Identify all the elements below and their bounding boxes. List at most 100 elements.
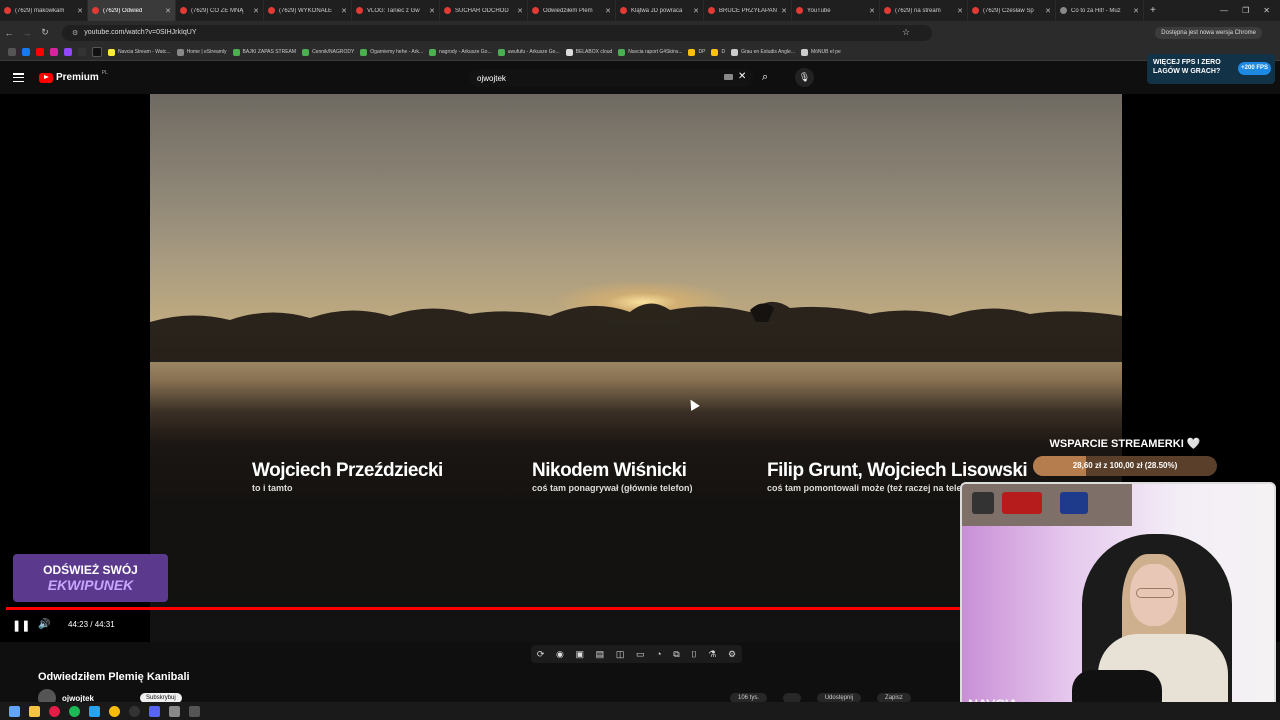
app-icon[interactable] bbox=[189, 705, 200, 717]
forward-icon[interactable]: → bbox=[18, 28, 36, 38]
bookmark-item[interactable]: BAJKI ZAPAS STREAM bbox=[232, 48, 296, 56]
browser-tab[interactable]: Co to za Hit! - Muz ✕ bbox=[1056, 0, 1144, 21]
spotify-icon[interactable] bbox=[69, 705, 80, 717]
reload-icon[interactable]: ↻ bbox=[36, 27, 54, 38]
settings-icon[interactable]: ⚙ bbox=[728, 649, 736, 660]
browser-tab[interactable]: Odwiedziłem Plem ✕ bbox=[528, 0, 616, 21]
restore-icon[interactable]: ❐ bbox=[1242, 6, 1249, 15]
credit-block: Wojciech Przeździecki to i tamto bbox=[252, 460, 443, 493]
close-tab-icon[interactable]: ✕ bbox=[341, 7, 347, 15]
tab-title: BRUCE PRZYŁAPAN bbox=[719, 7, 777, 14]
tiktok-icon[interactable] bbox=[92, 47, 102, 57]
close-tab-icon[interactable]: ✕ bbox=[517, 7, 523, 15]
credit-block: Nikodem Wiśnicki coś tam ponagrywał (głó… bbox=[532, 460, 693, 493]
bookmark-item[interactable]: uwufufu - Arkusze Go... bbox=[497, 48, 560, 56]
close-tab-icon[interactable]: ✕ bbox=[1045, 7, 1051, 15]
close-tab-icon[interactable]: ✕ bbox=[1133, 7, 1139, 15]
search-input[interactable]: ojwojtek bbox=[469, 69, 754, 87]
back-icon[interactable]: ← bbox=[0, 28, 18, 38]
opera-icon[interactable] bbox=[49, 705, 60, 717]
browser-tab[interactable]: BRUCE PRZYŁAPAN ✕ bbox=[704, 0, 792, 21]
bookmark-item[interactable]: Home | eStreamly bbox=[176, 48, 227, 56]
close-window-icon[interactable]: ✕ bbox=[1263, 6, 1270, 15]
tab-title: (7629) WYKONAŁE bbox=[279, 7, 333, 14]
instagram-icon[interactable] bbox=[50, 48, 58, 56]
bookmark-item[interactable]: Navcia Stream - Watc... bbox=[108, 48, 171, 56]
youtube-bookmark-icon[interactable] bbox=[36, 48, 44, 56]
volume-icon[interactable]: 🔊 bbox=[38, 619, 50, 630]
loop-icon[interactable]: ⟳ bbox=[537, 649, 545, 660]
screenshot-icon[interactable]: ▣ bbox=[576, 649, 585, 660]
bookmark-item[interactable]: Grau en Estudis Angle... bbox=[731, 48, 795, 56]
close-tab-icon[interactable]: ✕ bbox=[957, 7, 963, 15]
audio-icon[interactable]: ◉ bbox=[556, 649, 564, 660]
close-tab-icon[interactable]: ✕ bbox=[781, 7, 787, 15]
youtube-favicon-icon bbox=[356, 7, 363, 14]
pause-icon[interactable]: ❚❚ bbox=[12, 619, 30, 632]
bookmark-star-icon[interactable]: ☆ bbox=[902, 27, 910, 38]
minimize-icon[interactable]: — bbox=[1220, 6, 1228, 15]
new-tab-icon[interactable]: + bbox=[1150, 5, 1156, 16]
browser-tab[interactable]: YouTube ✕ bbox=[792, 0, 880, 21]
bookmark-item[interactable]: Cennik/NAGRODY bbox=[302, 48, 354, 56]
discord-icon[interactable] bbox=[149, 705, 160, 717]
start-icon[interactable] bbox=[9, 705, 20, 717]
facebook-icon[interactable] bbox=[22, 48, 30, 56]
speed-icon[interactable]: ◔ bbox=[656, 649, 661, 659]
chrome-icon[interactable] bbox=[109, 705, 120, 717]
youtube-favicon-icon bbox=[884, 7, 891, 14]
video-progress-bar[interactable] bbox=[6, 607, 960, 610]
bookmark-item[interactable]: D bbox=[711, 48, 725, 56]
pip-icon[interactable]: ◫ bbox=[616, 649, 625, 660]
site-info-icon[interactable]: ⚙ bbox=[72, 29, 78, 37]
youtube-header: Premium PL ojwojtek ✕ ⌕ 🎙 bbox=[0, 62, 1280, 94]
x-icon[interactable] bbox=[78, 48, 86, 56]
popout-icon[interactable]: ⧉ bbox=[673, 649, 679, 660]
keyboard-icon[interactable] bbox=[724, 74, 733, 80]
twitch-icon[interactable] bbox=[64, 48, 72, 56]
flask-icon[interactable]: ⚗ bbox=[708, 649, 716, 660]
bookmark-item[interactable]: MóNUB el pe bbox=[800, 48, 841, 56]
video-title: Odwiedziłem Plemię Kanibali bbox=[38, 671, 190, 683]
search-icon[interactable]: ⌕ bbox=[762, 71, 768, 84]
youtube-logo[interactable]: Premium PL bbox=[39, 70, 108, 83]
url-field[interactable]: ⚙ youtube.com/watch?v=0SIHJrkIqUY bbox=[62, 24, 932, 41]
close-tab-icon[interactable]: ✕ bbox=[605, 7, 611, 15]
obs-icon[interactable] bbox=[129, 705, 140, 717]
telegram-icon[interactable] bbox=[89, 705, 100, 717]
chrome-update-button[interactable]: Dostępna jest nowa wersja Chrome bbox=[1155, 26, 1262, 39]
browser-tab[interactable]: (7629) CO ZE MNĄ ✕ bbox=[176, 0, 264, 21]
browser-tab[interactable]: (7629) makowkam ✕ bbox=[0, 0, 88, 21]
bookmark-item[interactable]: nagrody - Arkusze Go... bbox=[429, 48, 492, 56]
bookmark-item[interactable]: BELABOX cloud bbox=[565, 48, 612, 56]
browser-tab[interactable]: VLOG: Taniec z Gw ✕ bbox=[352, 0, 440, 21]
browser-tab[interactable]: (7629) WYKONAŁE ✕ bbox=[264, 0, 352, 21]
camera-icon[interactable]: ⌷ bbox=[691, 649, 696, 660]
browser-tab-active[interactable]: (7629) Odwied ✕ bbox=[88, 0, 176, 21]
folder-icon[interactable] bbox=[29, 705, 40, 717]
menu-icon[interactable] bbox=[13, 73, 24, 82]
youtube-favicon-icon bbox=[4, 7, 11, 14]
apps-icon[interactable] bbox=[8, 48, 16, 56]
browser-tab[interactable]: (7629) na stream ✕ bbox=[880, 0, 968, 21]
close-tab-icon[interactable]: ✕ bbox=[165, 7, 171, 15]
close-tab-icon[interactable]: ✕ bbox=[429, 7, 435, 15]
browser-tab[interactable]: (7629) Czesław Śp ✕ bbox=[968, 0, 1056, 21]
close-tab-icon[interactable]: ✕ bbox=[253, 7, 259, 15]
fps-ad-banner[interactable]: WIĘCEJ FPS I ZERO LAGÓW W GRACH? +200 FP… bbox=[1147, 54, 1275, 84]
bookmark-item[interactable]: Navcia raport G4Skins... bbox=[618, 48, 682, 56]
app-icon[interactable] bbox=[169, 705, 180, 717]
theater-icon[interactable]: ▭ bbox=[636, 649, 645, 660]
clear-search-icon[interactable]: ✕ bbox=[738, 71, 746, 82]
bookmark-item[interactable]: Ogarniemy hehe - Ark... bbox=[360, 48, 423, 56]
microphone-icon[interactable]: 🎙 bbox=[795, 68, 814, 87]
close-tab-icon[interactable]: ✕ bbox=[869, 7, 875, 15]
browser-tab[interactable]: Klątwa JD powraca ✕ bbox=[616, 0, 704, 21]
film-icon[interactable]: ▤ bbox=[596, 649, 605, 660]
bookmark-item[interactable]: DP bbox=[688, 48, 705, 56]
close-tab-icon[interactable]: ✕ bbox=[77, 7, 83, 15]
youtube-favicon-icon bbox=[268, 7, 275, 14]
close-tab-icon[interactable]: ✕ bbox=[693, 7, 699, 15]
tab-title: (7629) CO ZE MNĄ bbox=[191, 7, 244, 14]
browser-tab[interactable]: SUCHAR ODCHOD ✕ bbox=[440, 0, 528, 21]
